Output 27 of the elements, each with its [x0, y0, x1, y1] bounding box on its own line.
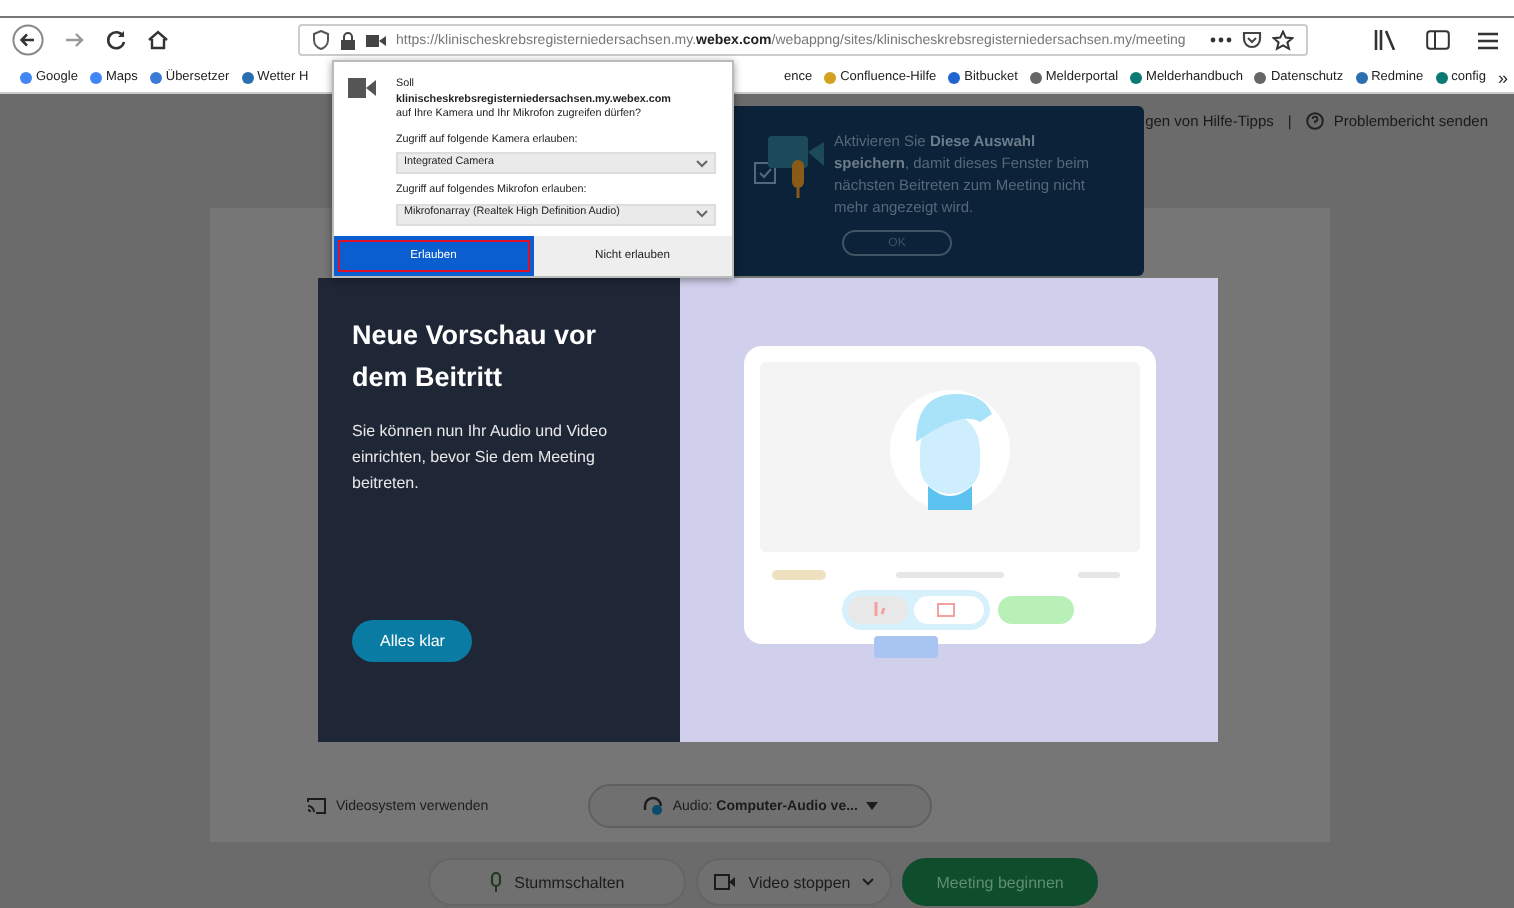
caret-icon	[865, 802, 878, 810]
chevron-icon	[696, 210, 708, 218]
cast-icon	[306, 798, 326, 814]
shield-icon[interactable]	[312, 30, 330, 50]
lock-icon	[340, 31, 356, 49]
video-camera-icon	[714, 874, 737, 890]
more-bookmarks[interactable]: »	[1497, 67, 1508, 87]
chevron-icon	[696, 159, 708, 167]
menu-icon[interactable]	[1478, 31, 1498, 49]
headset-icon	[642, 796, 665, 816]
back-icon[interactable]	[12, 24, 44, 56]
modal-text: Sie können nun Ihr Audio und Video einrichten, bevor Sie dem Meeting beitreten.	[352, 420, 610, 496]
reload-icon[interactable]	[104, 28, 128, 52]
camera-icon	[348, 78, 376, 98]
chevron-icon	[862, 878, 875, 886]
star-icon[interactable]	[1272, 29, 1294, 51]
microphone-icon	[490, 872, 503, 892]
pocket-icon[interactable]	[1242, 30, 1262, 50]
help-icon	[1305, 112, 1324, 130]
forward-icon[interactable]	[62, 28, 86, 52]
library-icon[interactable]	[1374, 30, 1398, 50]
sidebar-icon[interactable]	[1426, 30, 1450, 50]
camera-icon[interactable]	[366, 33, 386, 47]
got-it-button[interactable]: Alles klar	[352, 620, 473, 662]
more-icon[interactable]	[1210, 36, 1232, 44]
home-icon[interactable]	[146, 28, 170, 52]
modal-title: Neue Vorschau vor dem Beitritt	[352, 318, 599, 396]
